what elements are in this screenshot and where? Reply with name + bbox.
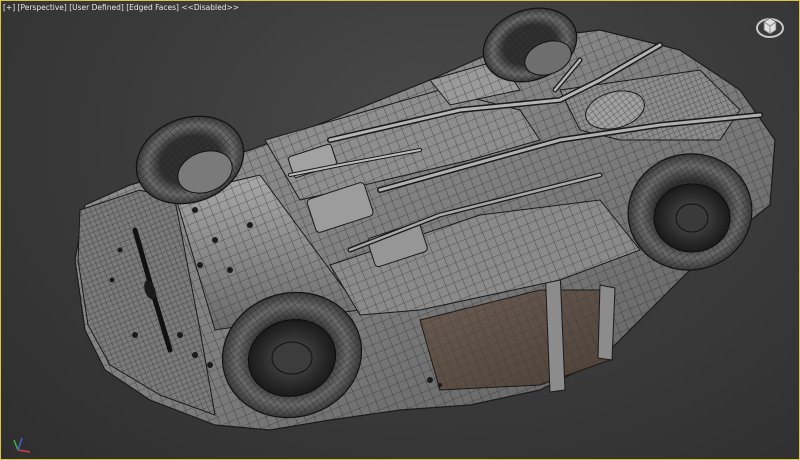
shading-menu[interactable]: [User Defined] — [69, 3, 124, 12]
disabled-indicator[interactable]: <<Disabled>> — [181, 3, 239, 12]
display-mode-menu[interactable]: [Edged Faces] — [126, 3, 179, 12]
perspective-viewport[interactable]: [+] [Perspective] [User Defined] [Edged … — [0, 0, 800, 460]
viewcube-icon[interactable] — [755, 12, 785, 40]
projection-menu[interactable]: [Perspective] — [18, 3, 67, 12]
viewport-label[interactable]: [+] [Perspective] [User Defined] [Edged … — [3, 3, 239, 12]
car-underbody-model[interactable] — [0, 0, 800, 460]
axis-tripod-icon — [13, 437, 31, 453]
viewport-menu-button[interactable]: [+] — [3, 3, 15, 12]
